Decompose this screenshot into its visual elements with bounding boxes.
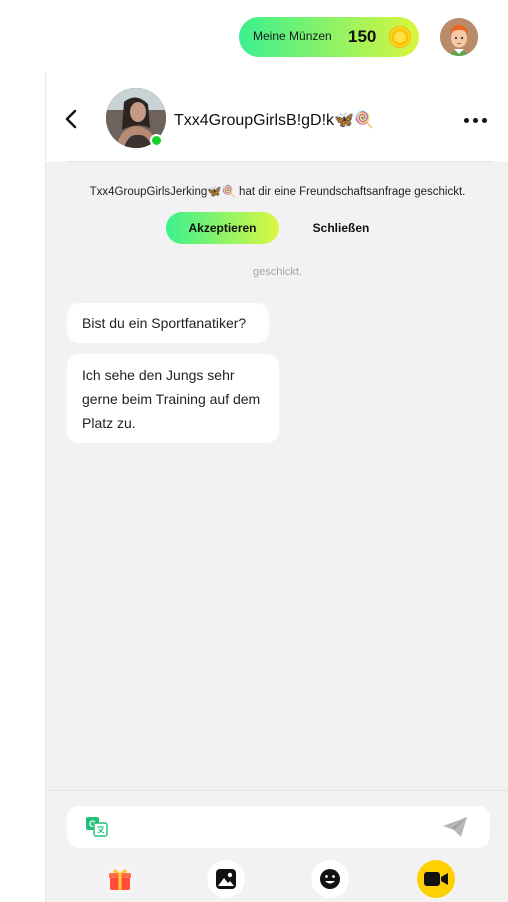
send-icon [443, 817, 467, 837]
emoji-icon [320, 869, 340, 889]
request-status: geschickt. [253, 266, 302, 278]
chat-panel: Txx4GroupGirlsB!gD!k🦋🍭 Txx4GroupGirlsJer… [45, 72, 508, 902]
friend-request-notice: Txx4GroupGirlsJerking🦋🍭 hat dir eine Fre… [89, 186, 466, 198]
message-composer: G [67, 806, 490, 848]
coin-balance-amount: 150 [348, 27, 377, 46]
chevron-left-icon [65, 109, 77, 129]
gift-button[interactable] [101, 860, 139, 898]
send-button[interactable] [442, 816, 468, 838]
contact-name[interactable]: Txx4GroupGirlsB!gD!k🦋🍭 [174, 110, 374, 130]
translate-icon: G [86, 817, 108, 837]
message-bubble: Ich sehe den Jungs sehr gerne beim Train… [67, 354, 279, 443]
coin-icon [389, 26, 411, 48]
message-bubble: Bist du ein Sportfanatiker? [67, 303, 269, 343]
online-status-indicator [150, 134, 163, 147]
accept-button[interactable]: Akzeptieren [166, 212, 279, 244]
chat-header: Txx4GroupGirlsB!gD!k🦋🍭 [46, 72, 508, 162]
header-divider [66, 161, 494, 162]
video-call-button[interactable] [417, 860, 455, 898]
video-call-icon [424, 872, 448, 886]
top-bar: Meine Münzen 150 [0, 0, 508, 72]
user-avatar[interactable] [440, 18, 478, 56]
message-input[interactable] [119, 814, 419, 840]
close-button[interactable]: Schließen [294, 212, 388, 244]
image-icon [216, 869, 236, 889]
coin-balance-label: Meine Münzen [253, 29, 332, 43]
translate-button[interactable]: G [86, 817, 108, 837]
more-options-button[interactable] [464, 110, 488, 130]
image-button[interactable] [207, 860, 245, 898]
gift-icon [109, 869, 131, 890]
more-dots-icon [464, 117, 469, 123]
back-button[interactable] [62, 108, 82, 130]
composer-divider [46, 790, 508, 791]
coin-balance[interactable]: Meine Münzen 150 [239, 17, 419, 57]
emoji-button[interactable] [311, 860, 349, 898]
